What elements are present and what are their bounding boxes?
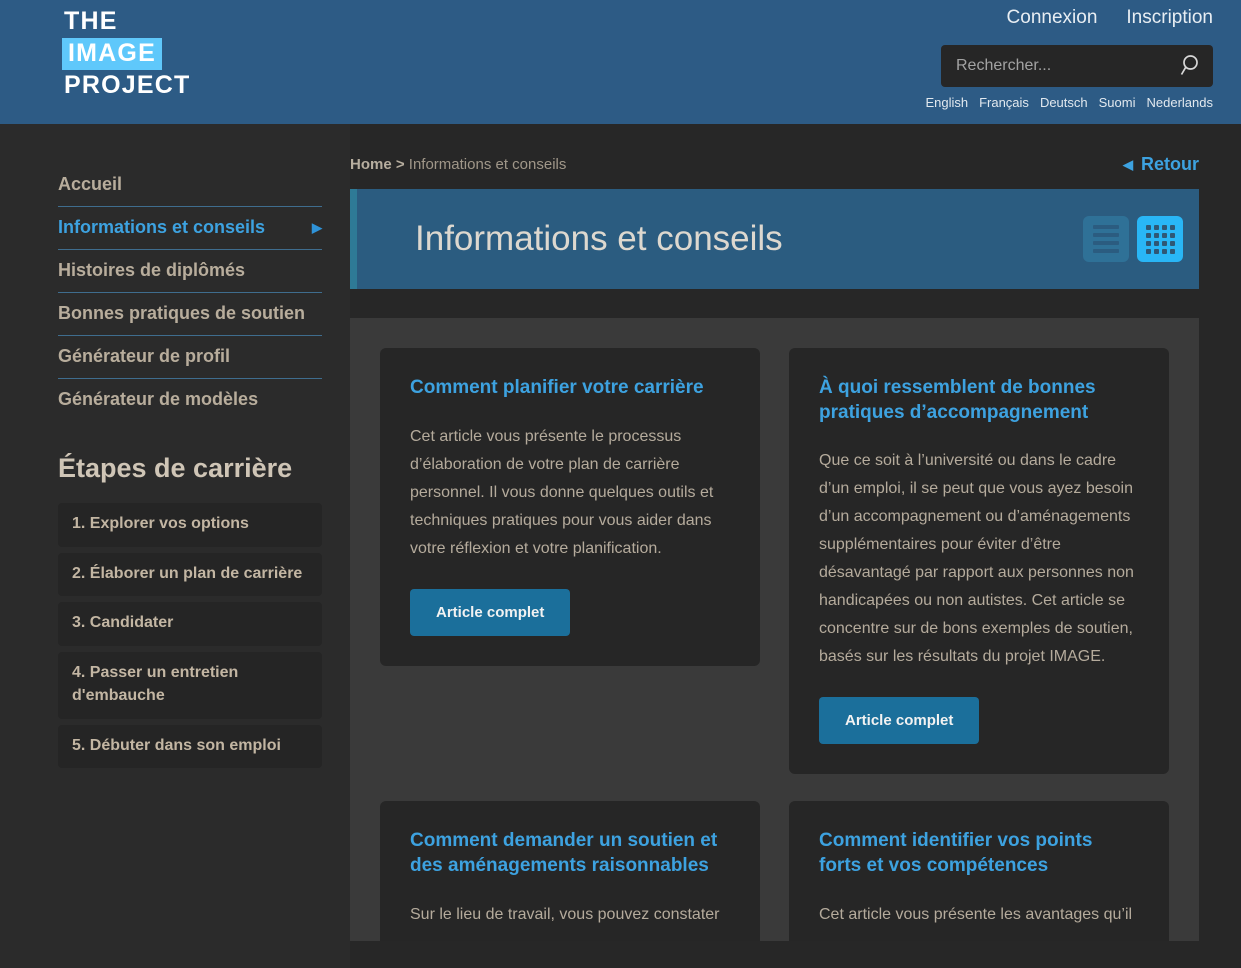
article-title[interactable]: Comment identifier vos points forts et v…	[819, 829, 1139, 878]
sidebar-item-histoires-de-diplomes[interactable]: Histoires de diplômés	[58, 250, 322, 293]
sidebar-item-generateur-de-modeles[interactable]: Générateur de modèles	[58, 379, 322, 421]
article-summary: Cet article vous présente le processus d…	[410, 427, 714, 557]
sidebar-item-bonnes-pratiques-de-soutien[interactable]: Bonnes pratiques de soutien	[58, 293, 322, 336]
language-switcher: English Français Deutsch Suomi Nederland…	[925, 95, 1213, 110]
lang-francais[interactable]: Français	[979, 95, 1029, 110]
sidebar-item-label: Histoires de diplômés	[58, 260, 246, 280]
sidebar-item-label: Générateur de profil	[58, 346, 231, 366]
career-step-5[interactable]: 5. Débuter dans son emploi	[58, 724, 322, 769]
page-title-banner: Informations et conseils	[350, 189, 1199, 289]
sidebar-item-generateur-de-profil[interactable]: Générateur de profil	[58, 336, 322, 379]
sidebar-item-label: Générateur de modèles	[58, 389, 259, 409]
sidebar-nav: Accueil Informations et conseils ▶ Histo…	[58, 164, 322, 421]
career-step-1[interactable]: 1. Explorer vos options	[58, 503, 322, 547]
list-view-icon	[1093, 225, 1119, 253]
breadcrumb-row: Home > Informations et conseils ◀ Retour	[350, 154, 1199, 175]
back-link[interactable]: ◀ Retour	[1123, 154, 1199, 175]
page-title: Informations et conseils	[415, 219, 783, 258]
main-content: Home > Informations et conseils ◀ Retour…	[350, 124, 1241, 968]
article-summary: Sur le lieu de travail, vous pouvez cons…	[410, 905, 720, 923]
career-steps-title: Étapes de carrière	[58, 453, 293, 483]
sidebar-item-label: Accueil	[58, 174, 123, 194]
career-steps-list: 1. Explorer vos options 2. Élaborer un p…	[58, 503, 322, 769]
articles-panel: Comment planifier votre carrière Cet art…	[350, 318, 1199, 941]
article-summary: Cet article vous présente les avantages …	[819, 905, 1133, 923]
article-summary: Que ce soit à l’université ou dans le ca…	[819, 452, 1134, 666]
list-view-button[interactable]	[1083, 216, 1129, 262]
back-link-label: Retour	[1141, 154, 1199, 174]
site-header: THE IMAGE PROJECT Connexion Inscription …	[0, 0, 1241, 124]
page-body: Accueil Informations et conseils ▶ Histo…	[0, 124, 1241, 968]
grid-view-icon	[1145, 224, 1175, 254]
article-card[interactable]: À quoi ressemblent de bonnes pratiques d…	[789, 348, 1169, 775]
logo-line-image: IMAGE	[62, 38, 162, 70]
article-card[interactable]: Comment planifier votre carrière Cet art…	[380, 348, 760, 666]
article-card[interactable]: Comment demander un soutien et des aména…	[380, 801, 760, 941]
view-toggle-group	[1083, 216, 1183, 262]
breadcrumb-current: Informations et conseils	[408, 155, 567, 173]
lang-suomi[interactable]: Suomi	[1099, 95, 1136, 110]
read-full-article-button[interactable]: Article complet	[819, 697, 980, 745]
career-step-3[interactable]: 3. Candidater	[58, 602, 322, 647]
career-step-4[interactable]: 4. Passer un entretien d'embauche	[58, 652, 322, 719]
site-logo[interactable]: THE IMAGE PROJECT	[62, 6, 191, 102]
breadcrumb-home-link[interactable]: Home >	[350, 156, 405, 173]
grid-view-button[interactable]	[1137, 216, 1183, 262]
logo-line-project: PROJECT	[64, 71, 191, 99]
lang-nederlands[interactable]: Nederlands	[1147, 95, 1214, 110]
chevron-left-icon: ◀	[1123, 156, 1133, 172]
sidebar-item-informations-et-conseils[interactable]: Informations et conseils ▶	[58, 207, 322, 250]
chevron-right-icon: ▶	[312, 220, 322, 235]
register-link[interactable]: Inscription	[1126, 7, 1213, 29]
login-link[interactable]: Connexion	[1007, 7, 1098, 29]
search-icon	[1180, 53, 1204, 80]
search-submit-button[interactable]	[1171, 45, 1213, 87]
sidebar-item-label: Informations et conseils	[58, 217, 266, 237]
header-account-links: Connexion Inscription	[1007, 7, 1213, 29]
lang-deutsch[interactable]: Deutsch	[1040, 95, 1088, 110]
article-title[interactable]: À quoi ressemblent de bonnes pratiques d…	[819, 376, 1139, 425]
article-title[interactable]: Comment planifier votre carrière	[410, 376, 730, 401]
article-title[interactable]: Comment demander un soutien et des aména…	[410, 829, 730, 878]
logo-line-the: THE	[64, 7, 118, 35]
lang-english[interactable]: English	[925, 95, 968, 110]
sidebar-item-label: Bonnes pratiques de soutien	[58, 303, 306, 323]
search-box[interactable]	[941, 45, 1213, 87]
articles-grid: Comment planifier votre carrière Cet art…	[380, 348, 1169, 941]
career-step-2[interactable]: 2. Élaborer un plan de carrière	[58, 552, 322, 597]
search-input[interactable]	[941, 57, 1171, 75]
sidebar-item-accueil[interactable]: Accueil	[58, 164, 322, 207]
read-full-article-button[interactable]: Article complet	[410, 588, 571, 636]
breadcrumb: Home > Informations et conseils	[350, 156, 566, 173]
sidebar: Accueil Informations et conseils ▶ Histo…	[0, 124, 350, 968]
article-card[interactable]: Comment identifier vos points forts et v…	[789, 801, 1169, 941]
